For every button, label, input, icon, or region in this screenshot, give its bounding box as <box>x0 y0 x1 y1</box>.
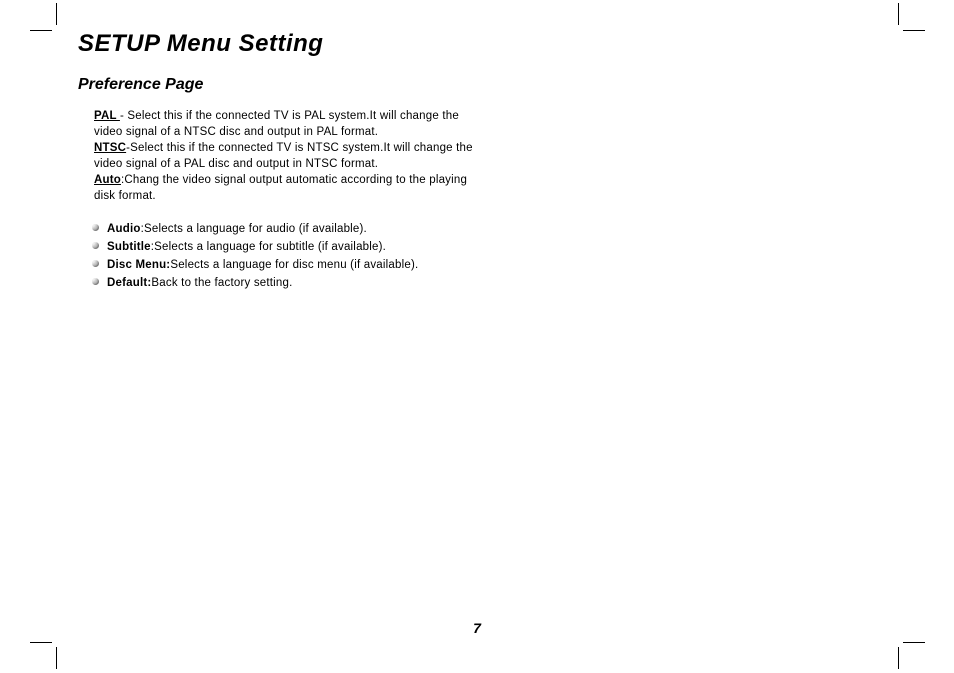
definitions-block: PAL - Select this if the connected TV is… <box>94 108 474 291</box>
list-item-text: Subtitle:Selects a language for subtitle… <box>107 239 386 255</box>
bullet-icon <box>92 224 99 231</box>
term-desc: Select this if the connected TV is NTSC … <box>94 142 473 170</box>
definition-ntsc: NTSC-Select this if the connected TV is … <box>94 140 474 172</box>
list-item: Audio:Selects a language for audio (if a… <box>94 221 474 237</box>
definition-pal: PAL - Select this if the connected TV is… <box>94 108 474 140</box>
page-content: SETUP Menu Setting Preference Page PAL -… <box>78 30 878 293</box>
bullet-icon <box>92 242 99 249</box>
term-label: Auto <box>94 174 121 186</box>
term-label: NTSC <box>94 142 126 154</box>
list-item-label: Disc Menu: <box>107 259 170 271</box>
term-desc: Select this if the connected TV is PAL s… <box>94 110 459 138</box>
term-label: PAL <box>94 110 120 122</box>
list-item-desc: Selects a language for audio (if availab… <box>144 223 367 235</box>
list-item-desc: Selects a language for disc menu (if ava… <box>170 259 418 271</box>
list-item-text: Default:Back to the factory setting. <box>107 275 293 291</box>
bullet-icon <box>92 260 99 267</box>
options-list: Audio:Selects a language for audio (if a… <box>94 221 474 291</box>
section-title: Preference Page <box>78 76 878 94</box>
list-item-desc: Back to the factory setting. <box>151 277 292 289</box>
list-item-label: Default: <box>107 277 151 289</box>
page-number: 7 <box>0 620 954 636</box>
list-item: Subtitle:Selects a language for subtitle… <box>94 239 474 255</box>
definition-auto: Auto:Chang the video signal output autom… <box>94 172 474 204</box>
list-item-text: Disc Menu:Selects a language for disc me… <box>107 257 418 273</box>
list-item: Disc Menu:Selects a language for disc me… <box>94 257 474 273</box>
list-item-text: Audio:Selects a language for audio (if a… <box>107 221 367 237</box>
term-desc: Chang the video signal output automatic … <box>94 174 467 202</box>
list-item-label: Subtitle <box>107 241 151 253</box>
list-item: Default:Back to the factory setting. <box>94 275 474 291</box>
page-title: SETUP Menu Setting <box>78 30 878 58</box>
bullet-icon <box>92 278 99 285</box>
list-item-label: Audio <box>107 223 141 235</box>
list-item-desc: Selects a language for subtitle (if avai… <box>154 241 386 253</box>
